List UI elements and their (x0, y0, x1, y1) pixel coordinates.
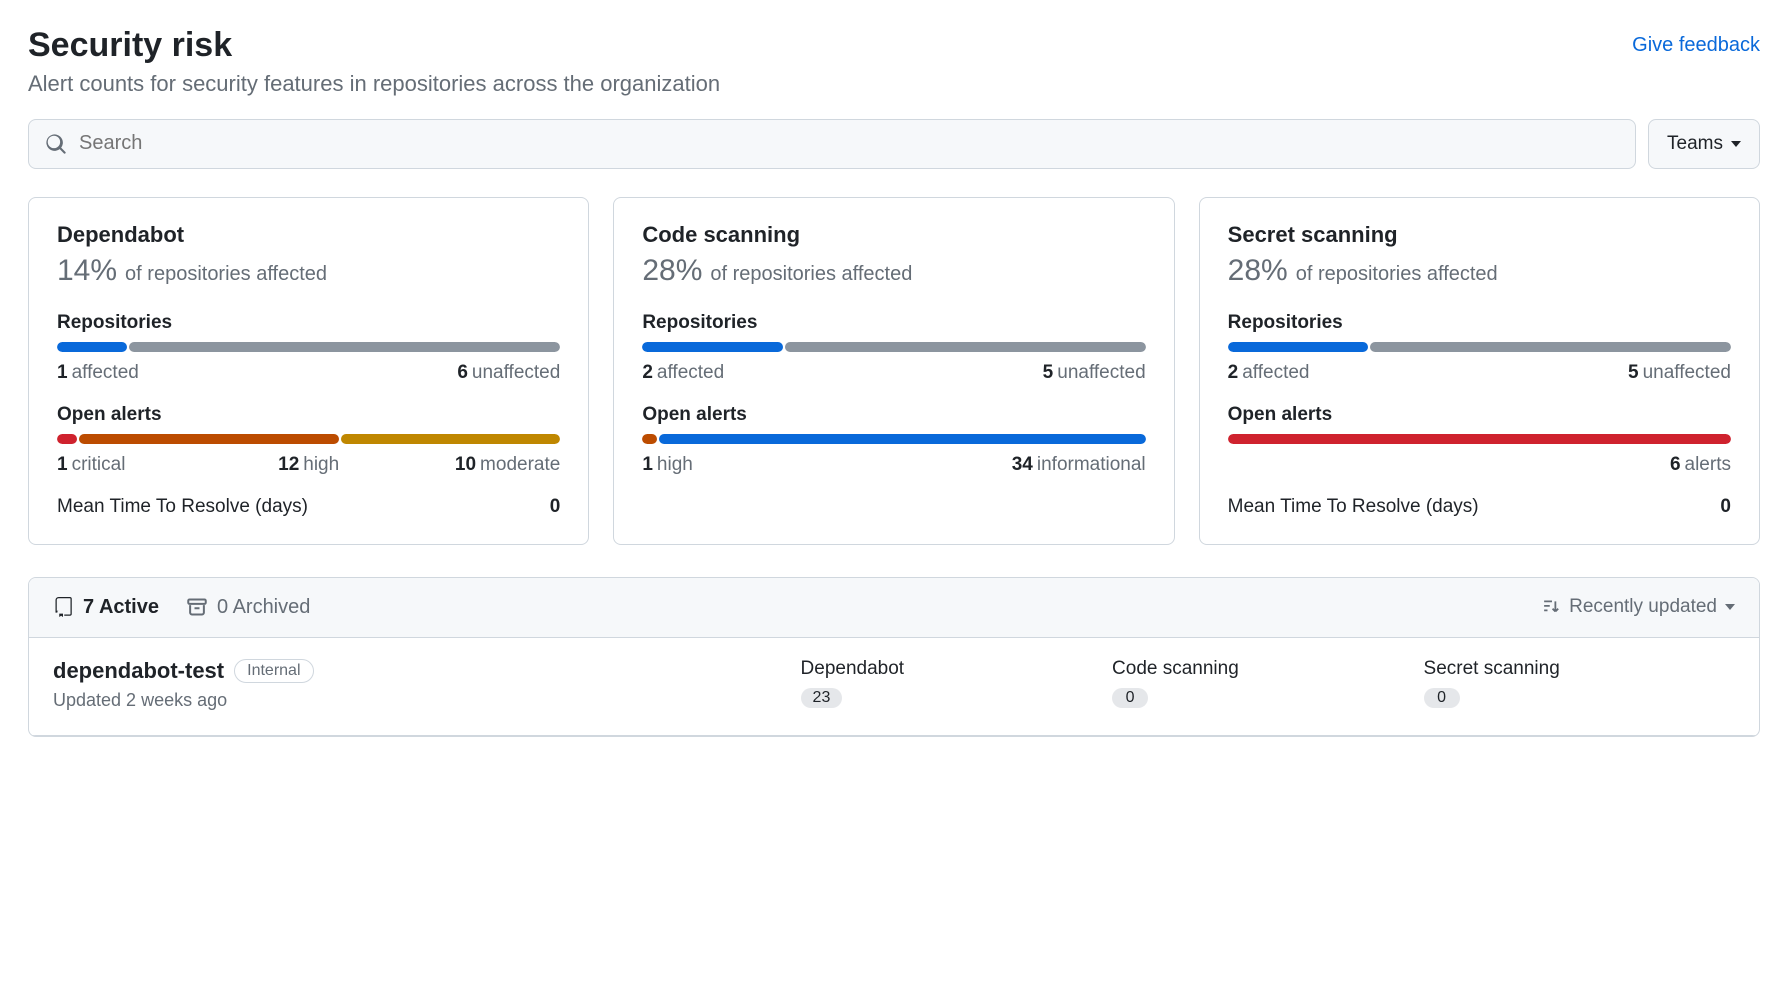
search-icon (45, 133, 67, 155)
caret-down-icon (1731, 141, 1741, 147)
repos-label: Repositories (642, 312, 1145, 334)
alerts-label: Open alerts (642, 404, 1145, 426)
mttr-row: Mean Time To Resolve (days)0 (57, 496, 560, 518)
teams-filter-button[interactable]: Teams (1648, 119, 1760, 169)
pct-line: 14%of repositories affected (57, 254, 560, 288)
alerts-label: Open alerts (1228, 404, 1731, 426)
card-dependabot: Dependabot 14%of repositories affected R… (28, 197, 589, 545)
alert-seg-informational (659, 434, 1145, 444)
updated-text: Updated 2 weeks ago (53, 690, 801, 711)
active-label: Active (99, 596, 159, 618)
pct-line: 28%of repositories affected (642, 254, 1145, 288)
alert-seg-moderate (341, 434, 561, 444)
alert-seg-high (79, 434, 339, 444)
code-scanning-count: 0 (1112, 688, 1148, 708)
card-secret-scanning: Secret scanning 28%of repositories affec… (1199, 197, 1760, 545)
alerts-bar (642, 434, 1145, 444)
repos-affected-seg (1228, 342, 1368, 352)
alerts-bar (57, 434, 560, 444)
pct-line: 28%of repositories affected (1228, 254, 1731, 288)
teams-button-label: Teams (1667, 133, 1723, 155)
page-subtitle: Alert counts for security features in re… (28, 71, 1760, 97)
alerts-label: Open alerts (57, 404, 560, 426)
card-title: Secret scanning (1228, 222, 1731, 248)
repos-unaffected-seg (1370, 342, 1731, 352)
search-box[interactable] (28, 119, 1636, 169)
card-code-scanning: Code scanning 28%of repositories affecte… (613, 197, 1174, 545)
repos-affected-seg (57, 342, 127, 352)
alert-seg-critical (57, 434, 77, 444)
alert-seg-alerts (1228, 434, 1731, 444)
repos-label: Repositories (57, 312, 560, 334)
alerts-bar (1228, 434, 1731, 444)
sort-button[interactable]: Recently updated (1543, 596, 1735, 618)
table-row[interactable]: dependabot-test Internal Updated 2 weeks… (29, 638, 1759, 736)
col-dependabot: Dependabot (801, 658, 1112, 680)
repos-bar (1228, 342, 1731, 352)
repos-stats: 1affected 6unaffected (57, 362, 560, 384)
col-code-scanning: Code scanning (1112, 658, 1423, 680)
archive-icon (187, 597, 207, 617)
repos-bar (57, 342, 560, 352)
alert-seg-high (642, 434, 657, 444)
mttr-row: Mean Time To Resolve (days)0 (1228, 496, 1731, 518)
repos-unaffected-seg (785, 342, 1146, 352)
search-input[interactable] (79, 132, 1619, 155)
caret-down-icon (1725, 604, 1735, 610)
repos-label: Repositories (1228, 312, 1731, 334)
dependabot-count: 23 (801, 688, 843, 708)
repos-bar (642, 342, 1145, 352)
repos-affected-seg (642, 342, 782, 352)
repo-icon (53, 597, 73, 617)
tab-archived-repos[interactable]: 0 Archived (187, 596, 310, 619)
active-count: 7 (83, 596, 94, 618)
repos-unaffected-seg (129, 342, 560, 352)
repos-stats: 2affected 5unaffected (642, 362, 1145, 384)
sort-icon (1543, 598, 1561, 616)
tab-active-repos[interactable]: 7 Active (53, 596, 159, 619)
sort-label: Recently updated (1569, 596, 1717, 618)
card-title: Code scanning (642, 222, 1145, 248)
visibility-badge: Internal (234, 659, 313, 683)
give-feedback-link[interactable]: Give feedback (1632, 34, 1760, 57)
repos-stats: 2affected 5unaffected (1228, 362, 1731, 384)
archived-label: Archived (233, 596, 311, 618)
repo-name[interactable]: dependabot-test (53, 658, 224, 684)
page-title: Security risk (28, 24, 232, 67)
card-title: Dependabot (57, 222, 560, 248)
secret-scanning-count: 0 (1424, 688, 1460, 708)
col-secret-scanning: Secret scanning (1424, 658, 1735, 680)
archived-count: 0 (217, 596, 228, 618)
